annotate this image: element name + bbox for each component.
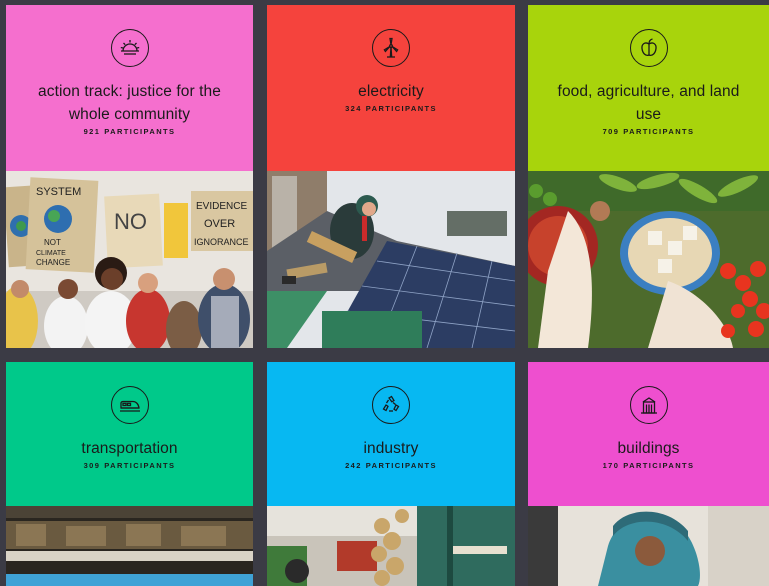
card-header: buildings 170 participants	[528, 362, 769, 506]
participant-number: 242	[345, 461, 362, 470]
sign-text-no: NO	[114, 209, 147, 234]
card-header: action track: justice for the whole comm…	[6, 5, 253, 171]
participant-count: 921 participants	[84, 127, 176, 136]
track-card-electricity[interactable]: electricity 324 participants	[267, 5, 515, 348]
track-card-food-agriculture[interactable]: food, agriculture, and land use 709 part…	[528, 5, 769, 348]
card-title-line-2: use	[635, 106, 662, 123]
card-title-line-2: whole community	[68, 106, 191, 123]
participant-number: 324	[345, 104, 362, 113]
sign-text-change: CHANGE	[36, 258, 70, 267]
participant-count: 170 participants	[603, 461, 695, 470]
sign-text-evidence: EVIDENCE	[196, 201, 247, 212]
card-title: industry	[363, 437, 418, 460]
recycle-icon	[372, 386, 410, 424]
card-title-line-1: industry	[363, 440, 419, 457]
card-title-line-1: electricity	[358, 83, 424, 100]
participant-count: 709 participants	[603, 127, 695, 136]
train-icon	[110, 386, 149, 424]
participant-count: 309 participants	[84, 461, 176, 470]
participant-count: 242 participants	[345, 461, 437, 470]
wind-turbine-icon	[372, 29, 410, 67]
participant-number: 309	[83, 461, 101, 470]
participant-count: 324 participants	[345, 104, 437, 113]
card-title: buildings	[617, 437, 679, 460]
card-title-line-1: transportation	[81, 440, 178, 457]
track-card-buildings[interactable]: buildings 170 participants	[528, 362, 769, 586]
sign-text-not: NOT	[44, 238, 61, 247]
track-card-transportation[interactable]: transportation 309 participants	[6, 362, 253, 586]
participant-number: 709	[602, 127, 620, 136]
card-header: electricity 324 participants	[267, 5, 515, 171]
card-title-line-1: food, agriculture, and land	[557, 83, 740, 100]
card-title: transportation	[81, 437, 177, 460]
participant-label: participants	[623, 127, 695, 136]
card-header: food, agriculture, and land use 709 part…	[528, 5, 769, 171]
participant-label: participants	[365, 461, 437, 470]
card-header: industry 242 participants	[267, 362, 515, 506]
card-title: action track: justice for the whole comm…	[38, 80, 221, 126]
participant-label: participants	[104, 461, 176, 470]
protest-photo: SYSTEM NOT CLIMATE CHANGE NO EVIDENCE OV…	[6, 171, 253, 348]
track-card-justice[interactable]: action track: justice for the whole comm…	[6, 5, 253, 348]
apple-icon	[629, 29, 668, 67]
track-grid: action track: justice for the whole comm…	[0, 0, 769, 586]
transportation-photo	[6, 506, 253, 586]
participant-label: participants	[365, 104, 437, 113]
sign-text-over: OVER	[204, 218, 235, 230]
participant-number: 921	[83, 127, 101, 136]
participant-label: participants	[104, 127, 176, 136]
card-title: electricity	[358, 80, 424, 103]
card-title: food, agriculture, and land use	[558, 80, 740, 126]
industry-photo	[267, 506, 515, 586]
buildings-photo	[528, 506, 769, 586]
track-card-industry[interactable]: industry 242 participants	[267, 362, 515, 586]
participant-label: participants	[623, 461, 695, 470]
sign-text-ignorance: IGNORANCE	[194, 237, 249, 247]
market-produce-photo	[528, 171, 769, 348]
card-title-line-1: buildings	[617, 440, 680, 457]
sign-text-climate: CLIMATE	[36, 250, 66, 257]
participant-number: 170	[602, 461, 620, 470]
card-title-line-1: action track: justice for the	[38, 83, 221, 100]
sign-text-system: SYSTEM	[36, 186, 81, 198]
card-header: transportation 309 participants	[6, 362, 253, 506]
sunrise-icon	[110, 29, 149, 67]
solar-panel-photo	[267, 171, 515, 348]
building-icon	[629, 386, 668, 424]
